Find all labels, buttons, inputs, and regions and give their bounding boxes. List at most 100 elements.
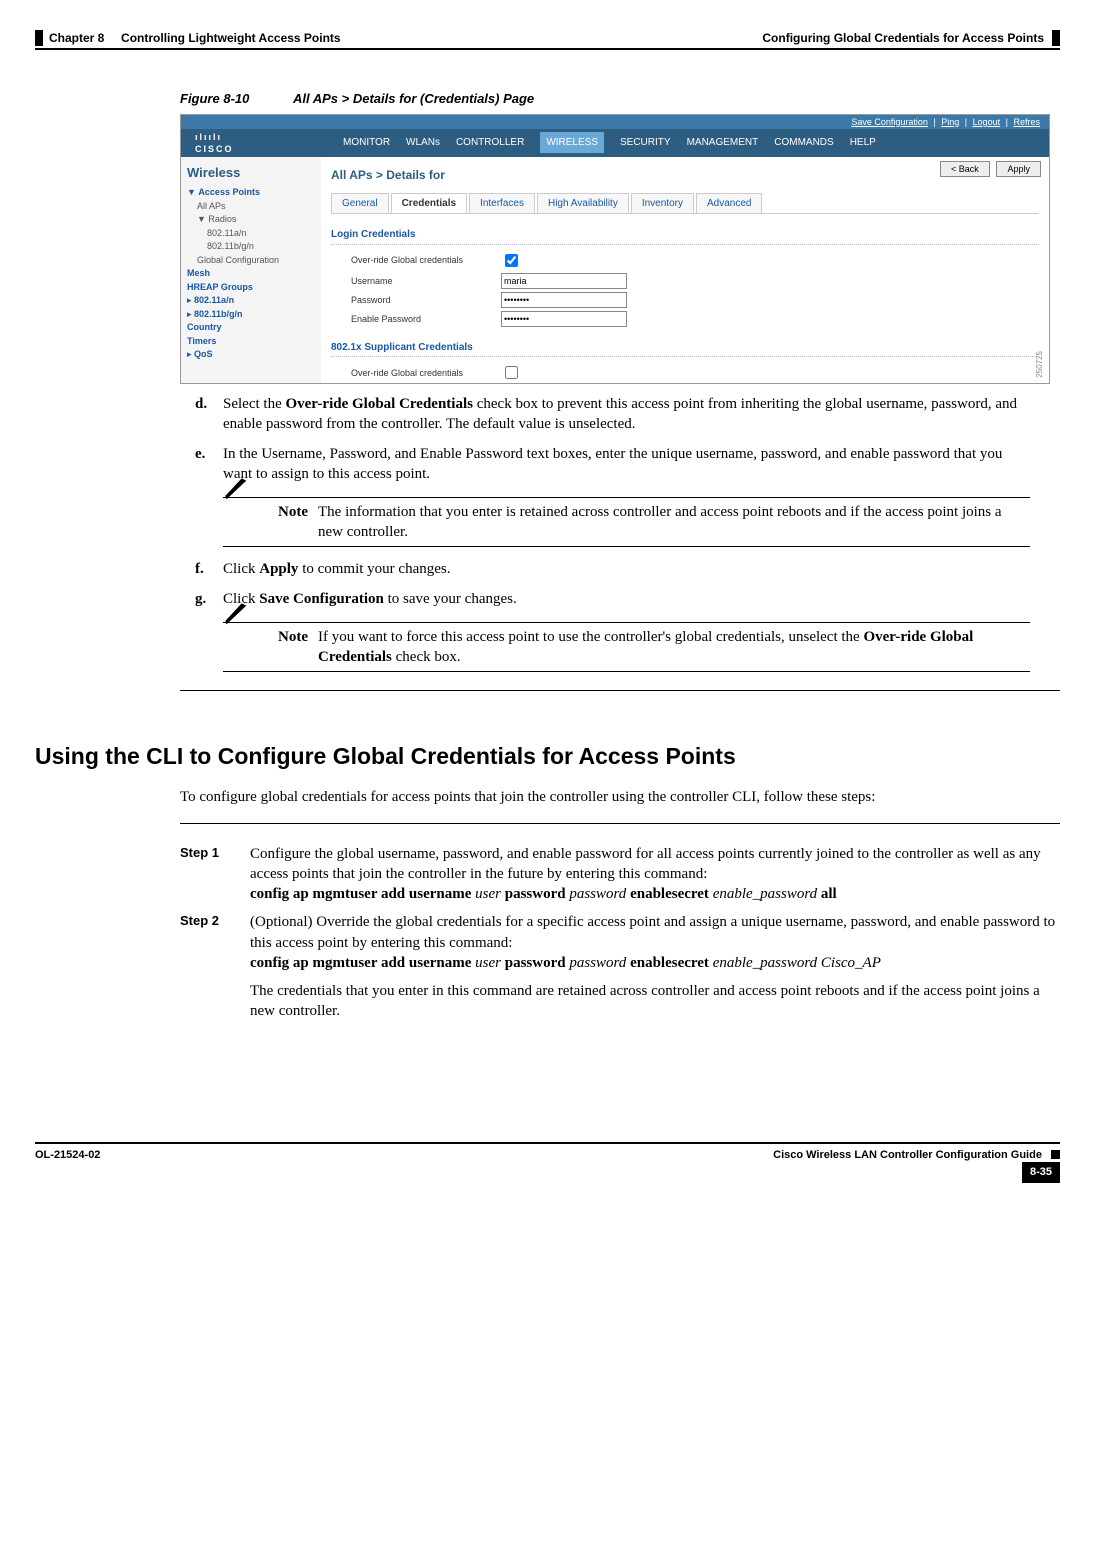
side-80211bgn[interactable]: 802.11b/g/n — [207, 240, 315, 254]
enable-password-input[interactable] — [501, 311, 627, 327]
tab-general[interactable]: General — [331, 193, 389, 214]
step-text: to save your changes. — [384, 591, 517, 607]
step-text: In the Username, Password, and Enable Pa… — [223, 444, 1030, 485]
nav-wireless[interactable]: WIRELESS — [540, 132, 604, 154]
back-button[interactable]: < Back — [940, 161, 990, 177]
username-label: Username — [351, 275, 501, 287]
doc-id: OL-21524-02 — [35, 1148, 100, 1184]
page-footer: OL-21524-02 Cisco Wireless LAN Controlle… — [35, 1142, 1060, 1184]
util-ping[interactable]: Ping — [941, 117, 959, 127]
util-save-config[interactable]: Save Configuration — [851, 117, 928, 127]
header-rule — [35, 48, 1060, 50]
enable-password-label: Enable Password — [351, 313, 501, 325]
step-bold: Save Configuration — [259, 591, 384, 607]
step-after: The credentials that you enter in this c… — [250, 981, 1060, 1022]
tab-advanced[interactable]: Advanced — [696, 193, 762, 214]
side-radios[interactable]: Radios — [208, 214, 236, 224]
step-para: (Optional) Override the global credentia… — [250, 912, 1060, 953]
step-number: Step 1 — [180, 844, 250, 905]
tab-high-availability[interactable]: High Availability — [537, 193, 629, 214]
note-block: Note If you want to force this access po… — [223, 622, 1030, 673]
cli-intro: To configure global credentials for acce… — [180, 787, 1030, 807]
password-input[interactable] — [501, 292, 627, 308]
guide-title: Cisco Wireless LAN Controller Configurat… — [773, 1149, 1042, 1161]
figure-caption: Figure 8-10 All APs > Details for (Crede… — [180, 90, 1060, 108]
step-number: Step 2 — [180, 912, 250, 1021]
nav-monitor[interactable]: MONITOR — [343, 136, 390, 150]
side-qos[interactable]: QoS — [194, 349, 213, 359]
password-label: Password — [351, 294, 501, 306]
screenshot: Save Configuration | Ping | Logout | Ref… — [180, 114, 1050, 384]
screenshot-navbar: ılıılı CISCO MONITOR WLANs CONTROLLER WI… — [181, 129, 1049, 157]
step-e: e. In the Username, Password, and Enable… — [195, 444, 1030, 485]
step-text: to commit your changes. — [298, 561, 450, 577]
side-timers[interactable]: Timers — [187, 336, 216, 346]
cli-step-1: Step 1 Configure the global username, pa… — [180, 844, 1060, 905]
footer-square-icon — [1051, 1150, 1060, 1159]
cli-command: config ap mgmtuser add username user pas… — [250, 884, 1060, 904]
tab-credentials[interactable]: Credentials — [391, 193, 467, 214]
username-input[interactable] — [501, 273, 627, 289]
supplicant-heading: 802.1x Supplicant Credentials — [331, 341, 1039, 358]
figure-label: Figure 8-10 — [180, 91, 249, 106]
section-heading: Using the CLI to Configure Global Creden… — [35, 741, 1060, 772]
cli-steps: Step 1 Configure the global username, pa… — [180, 823, 1060, 1022]
step-text: Select the — [223, 396, 285, 412]
override2-checkbox[interactable] — [505, 366, 518, 379]
nav-security[interactable]: SECURITY — [620, 136, 671, 150]
nav-wlans[interactable]: WLANs — [406, 136, 440, 150]
step-d: d. Select the Over-ride Global Credentia… — [195, 394, 1030, 435]
login-credentials-heading: Login Credentials — [331, 228, 1039, 245]
note-block: Note The information that you enter is r… — [223, 497, 1030, 548]
figure-image-id: 250725 — [1035, 351, 1046, 378]
note-text: The information that you enter is retain… — [318, 502, 1030, 543]
step-text: Click — [223, 561, 259, 577]
section-heading: Configuring Global Credentials for Acces… — [762, 30, 1060, 46]
side-title: Wireless — [187, 163, 315, 183]
figure-title: All APs > Details for (Credentials) Page — [293, 91, 534, 106]
note-icon — [223, 627, 278, 668]
logo-text: CISCO — [195, 143, 335, 155]
side-80211an[interactable]: 802.11a/n — [207, 227, 315, 241]
side-mesh[interactable]: Mesh — [187, 268, 210, 278]
util-refresh[interactable]: Refres — [1013, 117, 1040, 127]
step-marker: f. — [195, 559, 223, 579]
screenshot-utility-bar: Save Configuration | Ping | Logout | Ref… — [181, 115, 1049, 129]
step-bold: Over-ride Global Credentials — [285, 396, 472, 412]
side-80211an-top[interactable]: 802.11a/n — [194, 295, 234, 305]
page-number: 8-35 — [1022, 1162, 1060, 1183]
nav-management[interactable]: MANAGEMENT — [687, 136, 759, 150]
step-marker: e. — [195, 444, 223, 485]
tab-inventory[interactable]: Inventory — [631, 193, 694, 214]
util-logout[interactable]: Logout — [973, 117, 1001, 127]
step-para: Configure the global username, password,… — [250, 844, 1060, 885]
section-end-rule — [180, 690, 1060, 691]
note-text: If you want to force this access point t… — [318, 627, 1030, 668]
side-hreap[interactable]: HREAP Groups — [187, 282, 253, 292]
nav-help[interactable]: HELP — [850, 136, 876, 150]
cisco-logo: ılıılı CISCO — [181, 131, 335, 155]
breadcrumb: All APs > Details for — [331, 167, 1039, 183]
step-g: g. Click Save Configuration to save your… — [195, 589, 1030, 609]
override-label: Over-ride Global credentials — [351, 254, 501, 266]
note-label: Note — [278, 502, 308, 522]
nav-commands[interactable]: COMMANDS — [774, 136, 833, 150]
note-label: Note — [278, 627, 308, 647]
side-global-config[interactable]: Global Configuration — [197, 254, 315, 268]
cli-step-2: Step 2 (Optional) Override the global cr… — [180, 912, 1060, 1021]
nav-controller[interactable]: CONTROLLER — [456, 136, 524, 150]
cli-command: config ap mgmtuser add username user pas… — [250, 953, 1060, 973]
chapter-number: Chapter 8 — [49, 31, 104, 45]
step-bold: Apply — [259, 561, 298, 577]
override-checkbox[interactable] — [505, 254, 518, 267]
chapter-title: Controlling Lightweight Access Points — [121, 31, 341, 45]
screenshot-sidebar: Wireless ▼ Access Points All APs ▼ Radio… — [181, 157, 321, 383]
side-access-points[interactable]: Access Points — [198, 187, 260, 197]
side-country[interactable]: Country — [187, 322, 222, 332]
side-80211bgn-top[interactable]: 802.11b/g/n — [194, 309, 243, 319]
apply-button[interactable]: Apply — [996, 161, 1041, 177]
note-icon — [223, 502, 278, 543]
side-all-aps[interactable]: All APs — [197, 200, 315, 214]
tab-interfaces[interactable]: Interfaces — [469, 193, 535, 214]
logo-dots: ılıılı — [195, 131, 335, 143]
